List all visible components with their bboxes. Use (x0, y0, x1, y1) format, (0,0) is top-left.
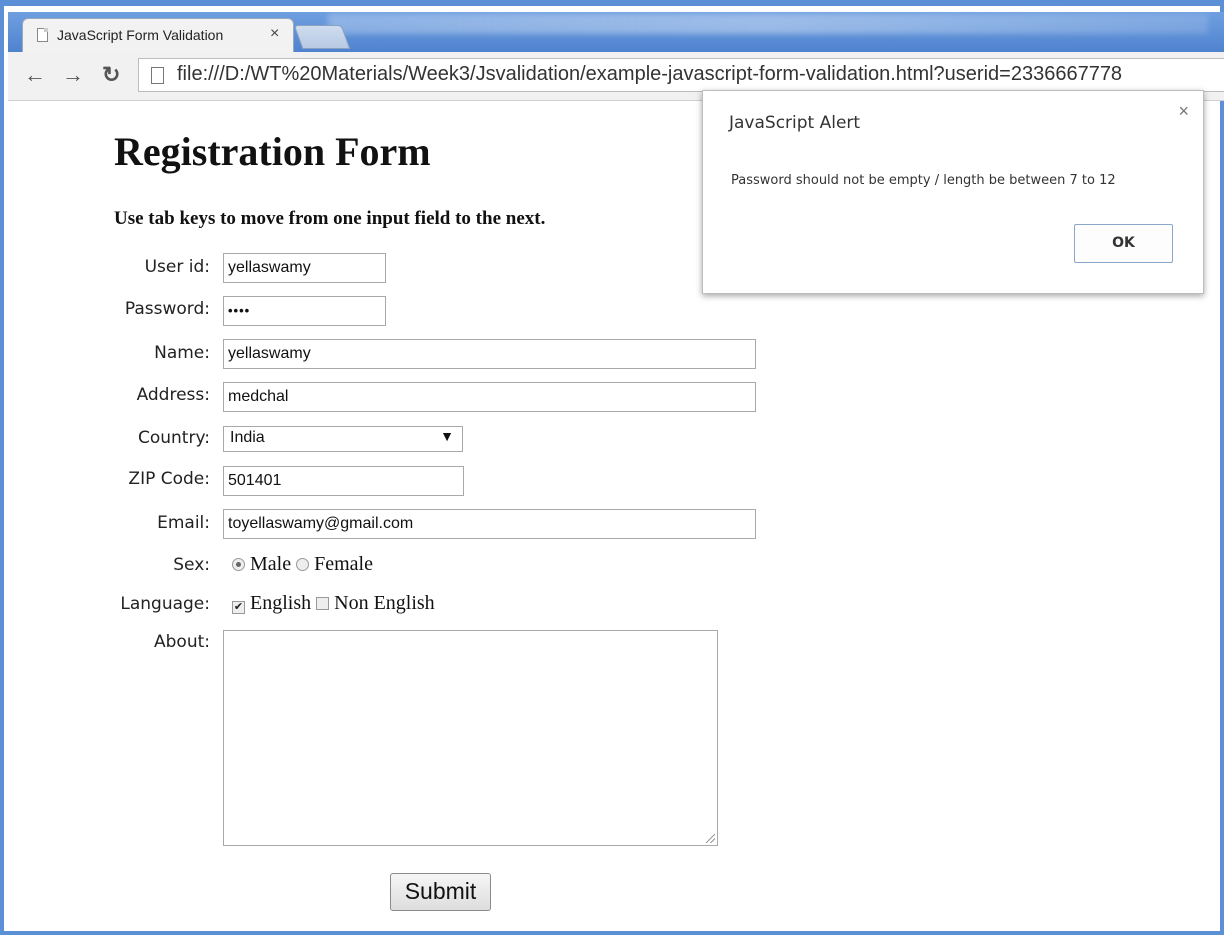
non-english-label: Non English (334, 592, 435, 614)
reload-icon[interactable]: ↻ (102, 62, 120, 88)
sex-radio-group: Male Female (232, 553, 373, 576)
userid-input[interactable]: yellaswamy (223, 253, 386, 283)
country-selected-value: India (230, 429, 265, 446)
email-label: Email: (157, 513, 210, 533)
male-radio[interactable] (232, 558, 245, 571)
resize-handle-icon[interactable] (706, 834, 715, 843)
new-tab-button[interactable] (293, 25, 351, 49)
tab-strip: JavaScript Form Validation × (8, 12, 1224, 52)
url-text[interactable]: file:///D:/WT%20Materials/Week3/Jsvalida… (177, 63, 1122, 86)
dropdown-arrow-icon: ▼ (440, 428, 454, 444)
page-title: Registration Form (114, 129, 431, 174)
browser-tab[interactable]: JavaScript Form Validation × (22, 18, 294, 52)
address-bar[interactable]: file:///D:/WT%20Materials/Week3/Jsvalida… (138, 58, 1224, 92)
female-radio[interactable] (296, 558, 310, 571)
back-arrow-icon[interactable]: ← (24, 62, 46, 88)
about-textarea[interactable] (223, 630, 718, 846)
file-icon (151, 67, 164, 84)
address-input[interactable]: medchal (223, 382, 756, 412)
tab-strip-background (328, 14, 1208, 34)
zip-input[interactable]: 501401 (223, 466, 464, 496)
country-label: Country: (137, 428, 210, 448)
alert-message: Password should not be empty / length be… (731, 173, 1116, 188)
language-label: Language: (120, 594, 210, 614)
page-icon (37, 28, 48, 42)
male-label: Male (250, 553, 292, 575)
tab-close-icon[interactable]: × (270, 25, 279, 43)
english-label: English (250, 592, 312, 614)
name-input[interactable]: yellaswamy (223, 339, 756, 369)
language-checkbox-group: ✔ English Non English (232, 592, 435, 615)
alert-title: JavaScript Alert (729, 113, 861, 133)
country-select[interactable]: India ▼ (223, 426, 463, 452)
non-english-checkbox[interactable] (316, 597, 330, 610)
address-label: Address: (136, 385, 210, 405)
tab-title: JavaScript Form Validation (57, 27, 224, 43)
zip-label: ZIP Code: (128, 469, 210, 489)
javascript-alert-dialog: JavaScript Alert × Password should not b… (702, 90, 1204, 294)
userid-label: User id: (144, 257, 210, 277)
alert-close-icon[interactable]: × (1178, 101, 1189, 122)
submit-button[interactable]: Submit (390, 873, 491, 911)
about-label: About: (154, 632, 210, 652)
sex-label: Sex: (173, 555, 210, 575)
forward-arrow-icon[interactable]: → (62, 62, 84, 88)
password-label: Password: (124, 299, 210, 319)
name-label: Name: (154, 343, 210, 363)
instruction-text: Use tab keys to move from one input fiel… (114, 208, 546, 229)
password-input[interactable]: •••• (223, 296, 386, 326)
email-input[interactable]: toyellaswamy@gmail.com (223, 509, 756, 539)
female-label: Female (314, 553, 373, 575)
english-checkbox[interactable]: ✔ (232, 601, 245, 614)
alert-ok-button[interactable]: OK (1074, 224, 1173, 263)
